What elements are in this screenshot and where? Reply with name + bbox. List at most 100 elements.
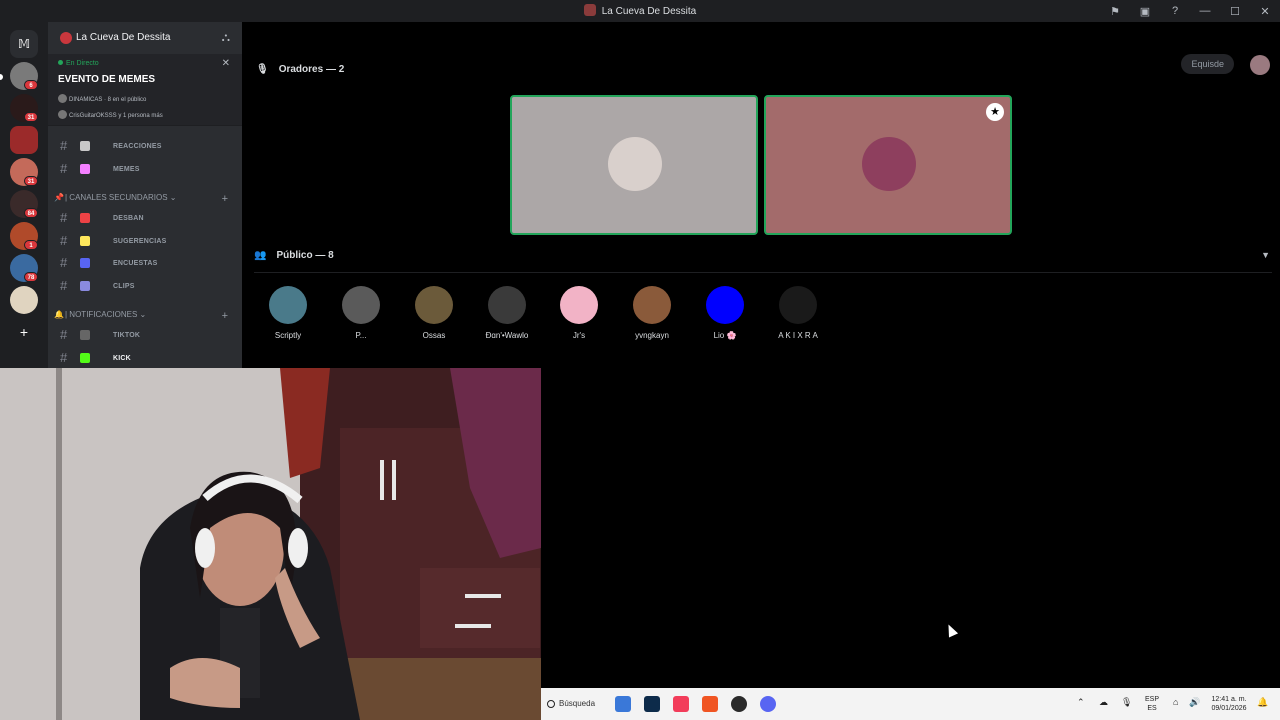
divider xyxy=(254,272,1272,273)
close-icon[interactable]: ✕ xyxy=(222,58,230,69)
mention-badge: 1 xyxy=(24,240,38,250)
avatar xyxy=(633,286,671,324)
avatar xyxy=(342,286,380,324)
language-indicator[interactable]: ESP ES xyxy=(1145,695,1159,713)
brave-browser-icon[interactable] xyxy=(702,696,718,712)
event-info: DINAMICAS · 8 en el público xyxy=(58,94,146,103)
mention-badge: 78 xyxy=(24,272,38,282)
channel-emoji-icon xyxy=(80,213,90,223)
channel-memes[interactable]: # MEMES xyxy=(56,159,236,179)
channel-encuestas[interactable]: # ENCUESTAS xyxy=(56,253,236,273)
hash-icon: # xyxy=(60,278,68,293)
file-explorer-icon[interactable] xyxy=(615,696,631,712)
mention-badge: 84 xyxy=(24,208,38,218)
add-server-icon[interactable]: + xyxy=(14,322,34,342)
help-icon[interactable]: ? xyxy=(1160,5,1190,17)
music-app-icon[interactable] xyxy=(673,696,689,712)
category-notificaciones[interactable]: 🔔| NOTIFICACIONES ⌄ + xyxy=(54,310,234,326)
microphone-icon[interactable]: 🎙 xyxy=(1121,698,1132,707)
server-icon[interactable] xyxy=(10,286,38,314)
webcam-feed xyxy=(0,368,541,720)
discord-icon[interactable] xyxy=(760,696,776,712)
hash-icon: # xyxy=(60,350,68,365)
user-pill[interactable]: Equisde xyxy=(1181,54,1234,74)
live-event-card[interactable]: En Directo EVENTO DE MEMES ✕ DINAMICAS ·… xyxy=(48,54,242,126)
server-name: La Cueva De Dessita xyxy=(76,32,171,43)
window-title: La Cueva De Dessita xyxy=(0,4,1280,17)
search-input[interactable]: Búsqueda xyxy=(543,694,613,714)
chevron-down-icon[interactable]: ▼ xyxy=(1261,250,1270,260)
audience-member[interactable]: Scriptly xyxy=(253,286,323,340)
taskbar: Búsqueda ⌃ ☁ 🎙 ESP ES ⌂ 🔊 12:41 a. m. 09/0… xyxy=(541,688,1280,720)
channel-desban[interactable]: # DESBAN xyxy=(56,208,236,228)
avatar xyxy=(415,286,453,324)
category-secundarios[interactable]: 📌| CANALES SECUNDARIOS ⌄ + xyxy=(54,193,234,209)
channel-emoji-icon xyxy=(80,236,90,246)
minimize-icon[interactable]: — xyxy=(1190,5,1220,17)
audience-member[interactable]: A K I X R A xyxy=(763,286,833,340)
avatar xyxy=(608,137,662,191)
hash-icon: # xyxy=(60,161,68,176)
channel-tiktok[interactable]: # TIKTOK xyxy=(56,325,236,345)
home-icon[interactable]: 𝕄 xyxy=(10,30,38,58)
audience-member[interactable]: Ɖɑn'•Wawlo xyxy=(472,286,542,340)
channel-sugerencias[interactable]: # SUGERENCIAS xyxy=(56,231,236,251)
close-icon[interactable]: ✕ xyxy=(1250,5,1280,18)
mention-badge: 31 xyxy=(24,112,38,122)
channel-sidebar: La Cueva De Dessita ⛬ En Directo EVENTO … xyxy=(48,22,242,368)
notification-bell-icon[interactable]: 🔔 xyxy=(1257,698,1268,707)
channel-emoji-icon xyxy=(80,164,90,174)
avatar xyxy=(779,286,817,324)
volume-icon[interactable]: 🔊 xyxy=(1189,698,1200,707)
server-rail: 𝕄 6 31 31 84 1 78 + xyxy=(0,22,48,368)
hash-icon: # xyxy=(60,138,68,153)
audience-member[interactable]: Lio 🌸 xyxy=(690,286,760,340)
speaker-tile[interactable] xyxy=(510,95,758,235)
channel-kick[interactable]: # KICK xyxy=(56,348,236,368)
mention-badge: 31 xyxy=(24,176,38,186)
network-icon[interactable]: ⌂ xyxy=(1173,698,1178,707)
window-icon[interactable]: ▣ xyxy=(1130,5,1160,18)
cloud-icon[interactable]: ☁ xyxy=(1099,698,1108,707)
channel-clips[interactable]: # CLIPS xyxy=(56,276,236,296)
moderator-star-icon: ★ xyxy=(986,103,1004,121)
add-channel-icon[interactable]: + xyxy=(222,310,228,322)
server-logo xyxy=(60,32,72,44)
inbox-icon[interactable]: ⚑ xyxy=(1100,5,1130,18)
chevron-up-icon[interactable]: ⌃ xyxy=(1077,698,1085,707)
avatar xyxy=(269,286,307,324)
mouse-cursor xyxy=(943,622,959,638)
audience-member[interactable]: Ossas xyxy=(399,286,469,340)
audience-icon: 👥 xyxy=(254,250,267,261)
channel-emoji-icon xyxy=(80,281,90,291)
audience-member[interactable]: P... xyxy=(326,286,396,340)
unread-indicator xyxy=(0,74,3,80)
avatar xyxy=(58,94,67,103)
mention-badge: 6 xyxy=(24,80,38,90)
audience-member[interactable]: Jr's xyxy=(544,286,614,340)
event-title: EVENTO DE MEMES xyxy=(58,74,156,85)
hash-icon: # xyxy=(60,327,68,342)
speaker-tile[interactable]: ★ xyxy=(764,95,1012,235)
add-member-icon[interactable]: ⛬ xyxy=(222,30,230,45)
title-bar-controls: ⚑ ▣ ? — ☐ ✕ xyxy=(1100,0,1280,22)
bell-icon: 🔔 xyxy=(54,310,64,319)
add-channel-icon[interactable]: + xyxy=(222,193,228,205)
title-bar: La Cueva De Dessita ⚑ ▣ ? — ☐ ✕ xyxy=(0,0,1280,22)
channel-emoji-icon xyxy=(80,141,90,151)
photoshop-icon[interactable] xyxy=(644,696,660,712)
clock[interactable]: 12:41 a. m. 09/01/2026 xyxy=(1207,695,1251,713)
channel-emoji-icon xyxy=(80,330,90,340)
hash-icon: # xyxy=(60,210,68,225)
audience-member[interactable]: yvngkayn xyxy=(617,286,687,340)
server-header[interactable]: La Cueva De Dessita ⛬ xyxy=(48,22,242,54)
avatar[interactable] xyxy=(1250,55,1270,75)
audience-header: 👥 Público — 8 xyxy=(254,250,334,261)
server-icon[interactable] xyxy=(10,126,38,154)
maximize-icon[interactable]: ☐ xyxy=(1220,5,1250,18)
avatar xyxy=(58,110,67,119)
obs-icon[interactable] xyxy=(731,696,747,712)
live-status: En Directo xyxy=(58,60,99,67)
speakers-header: 🎙 Oradores — 2 xyxy=(256,64,345,75)
channel-reacciones[interactable]: # REACCIONES xyxy=(56,136,236,156)
